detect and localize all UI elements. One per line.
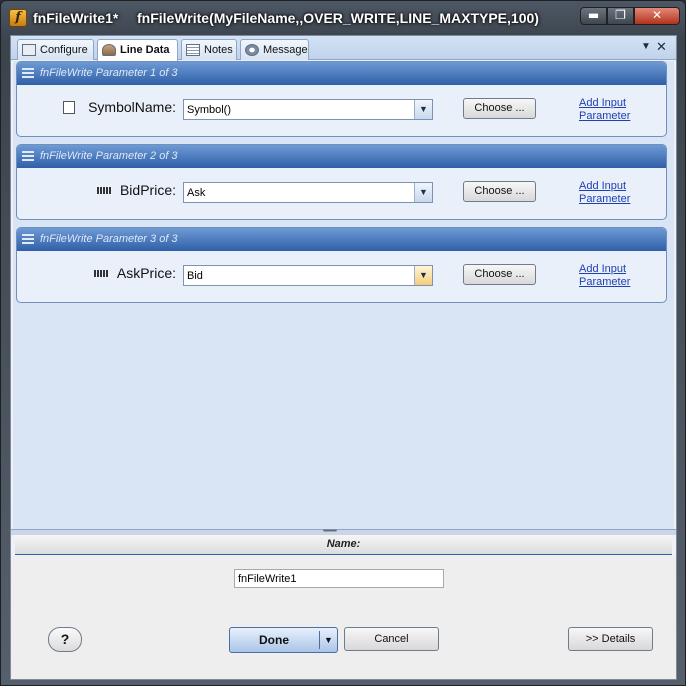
window-controls: ▬ ❐ ✕ — [580, 7, 680, 25]
maximize-button[interactable]: ❐ — [607, 7, 634, 25]
tab-message[interactable]: Message — [240, 39, 309, 60]
parameter-row: AskPrice: ▼ Choose ... Add Input Paramet… — [17, 251, 666, 303]
app-icon: f — [9, 9, 27, 27]
tab-configure[interactable]: Configure — [17, 39, 94, 60]
parameter-group: fnFileWrite Parameter 2 of 3 BidPrice: ▼… — [16, 144, 667, 220]
numeric-type-icon — [97, 187, 111, 194]
parameter-value-input[interactable] — [184, 100, 413, 119]
tab-line-data[interactable]: Line Data — [97, 39, 178, 61]
line-data-panel: fnFileWrite Parameter 1 of 3 SymbolName:… — [13, 61, 674, 529]
window-expression: fnFileWrite(MyFileName,,OVER_WRITE,LINE_… — [137, 10, 539, 26]
link-text-line1: Add Input — [579, 97, 627, 109]
collapse-list-icon — [22, 151, 34, 161]
parameter-label: AskPrice: — [116, 265, 176, 281]
parameter-group: fnFileWrite Parameter 1 of 3 SymbolName:… — [16, 61, 667, 137]
close-button[interactable]: ✕ — [634, 7, 680, 25]
add-input-parameter-link[interactable]: Add Input Parameter — [579, 180, 630, 206]
line-data-icon — [102, 44, 116, 56]
footer-panel: ? Done ▼ Cancel >> Details — [11, 556, 676, 679]
grip-icon: ••••••••• — [323, 528, 337, 535]
done-label: Done — [259, 633, 289, 647]
tab-label: Line Data — [120, 44, 170, 56]
numeric-type-icon — [94, 270, 108, 277]
window-title: fnFileWrite1* — [33, 10, 119, 26]
help-button[interactable]: ? — [48, 627, 82, 652]
done-button[interactable]: Done ▼ — [229, 627, 338, 653]
add-input-parameter-link[interactable]: Add Input Parameter — [579, 263, 630, 289]
tab-notes[interactable]: Notes — [181, 39, 237, 60]
parameter-row: SymbolName: ▼ Choose ... Add Input Param… — [17, 85, 666, 137]
parameter-group: fnFileWrite Parameter 3 of 3 AskPrice: ▼… — [16, 227, 667, 303]
cancel-button[interactable]: Cancel — [344, 627, 439, 651]
parameter-header[interactable]: fnFileWrite Parameter 1 of 3 — [17, 62, 666, 85]
parameter-value-combo[interactable]: ▼ — [183, 99, 433, 120]
choose-button[interactable]: Choose ... — [463, 98, 536, 119]
chevron-down-icon[interactable]: ▼ — [414, 100, 432, 119]
chevron-down-icon[interactable]: ▼ — [414, 183, 432, 202]
tab-label: Notes — [204, 44, 233, 56]
dialog-client: Configure Line Data Notes Message ▼ ✕ fn… — [10, 35, 677, 680]
tab-list-dropdown-icon[interactable]: ▼ — [641, 41, 651, 52]
message-icon — [245, 44, 259, 56]
link-text-line1: Add Input — [579, 180, 627, 192]
parameter-label: BidPrice: — [119, 182, 176, 198]
link-text-line2: Parameter — [579, 193, 631, 205]
tab-close-icon[interactable]: ✕ — [656, 39, 667, 55]
parameter-row: BidPrice: ▼ Choose ... Add Input Paramet… — [17, 168, 666, 220]
name-section-header: Name: — [15, 535, 672, 555]
tab-label: Message — [263, 44, 308, 56]
title-bar[interactable]: f fnFileWrite1* fnFileWrite(MyFileName,,… — [1, 1, 685, 35]
name-input[interactable] — [234, 569, 444, 588]
split-divider — [319, 631, 320, 649]
link-text-line1: Add Input — [579, 263, 627, 275]
collapse-list-icon — [22, 234, 34, 244]
parameter-header-text: fnFileWrite Parameter 3 of 3 — [40, 233, 178, 245]
chevron-down-icon[interactable]: ▼ — [324, 628, 333, 652]
parameter-header-text: fnFileWrite Parameter 1 of 3 — [40, 67, 178, 79]
choose-button[interactable]: Choose ... — [463, 264, 536, 285]
add-input-parameter-link[interactable]: Add Input Parameter — [579, 97, 630, 123]
chevron-down-icon[interactable]: ▼ — [414, 266, 432, 285]
collapse-list-icon — [22, 68, 34, 78]
minimize-button[interactable]: ▬ — [580, 7, 607, 25]
link-text-line2: Parameter — [579, 110, 631, 122]
parameter-value-combo[interactable]: ▼ — [183, 182, 433, 203]
parameter-value-input[interactable] — [184, 266, 413, 285]
notes-icon — [186, 44, 200, 56]
parameter-value-input[interactable] — [184, 183, 413, 202]
tab-strip: Configure Line Data Notes Message ▼ ✕ — [11, 36, 676, 61]
parameter-header-text: fnFileWrite Parameter 2 of 3 — [40, 150, 178, 162]
string-type-icon — [63, 101, 75, 114]
parameter-header[interactable]: fnFileWrite Parameter 3 of 3 — [17, 228, 666, 251]
choose-button[interactable]: Choose ... — [463, 181, 536, 202]
dialog-window: f fnFileWrite1* fnFileWrite(MyFileName,,… — [0, 0, 686, 686]
details-button[interactable]: >> Details — [568, 627, 653, 651]
parameter-value-combo[interactable]: ▼ — [183, 265, 433, 286]
configure-icon — [22, 44, 36, 56]
parameter-header[interactable]: fnFileWrite Parameter 2 of 3 — [17, 145, 666, 168]
parameter-label: SymbolName: — [88, 99, 176, 115]
tab-label: Configure — [40, 44, 88, 56]
link-text-line2: Parameter — [579, 276, 631, 288]
